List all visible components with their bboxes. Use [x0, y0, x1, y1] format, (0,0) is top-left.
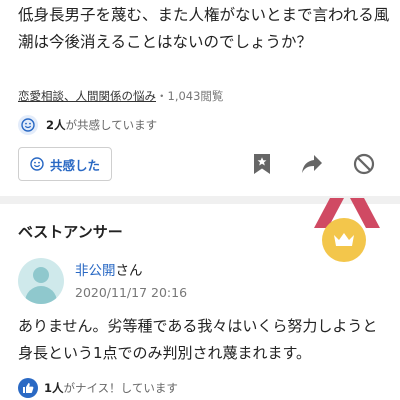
avatar-body — [25, 286, 57, 304]
question-meta: 恋愛相談、人間関係の悩み・1,043閲覧 — [18, 88, 223, 104]
answer-text: ありません。劣等種である我々はいくら努力しようと身長という1点でのみ判別され蔑ま… — [18, 317, 378, 362]
view-count: 1,043閲覧 — [167, 89, 224, 103]
block-icon[interactable] — [350, 150, 378, 178]
avatar[interactable] — [18, 258, 64, 304]
answerer-name[interactable]: 非公開 — [75, 263, 116, 279]
best-answer-heading: ベストアンサー — [18, 223, 123, 241]
smile-icon — [18, 115, 38, 135]
crown-medal-icon — [322, 218, 366, 262]
smile-icon — [30, 157, 44, 171]
nice-summary: 1人 がナイス！しています — [18, 378, 178, 398]
nice-count: 1人 — [44, 381, 64, 395]
answer-date: 2020/11/17 20:16 — [75, 285, 188, 300]
answerer-suffix: さん — [115, 263, 143, 279]
meta-separator: ・ — [156, 89, 168, 103]
nice-label: がナイス！しています — [63, 381, 178, 395]
question-text: 低身長男子を蔑む、また人権がないとまで言われる風潮は今後消えることはないのでしょ… — [18, 6, 390, 51]
empathy-button-label: 共感した — [49, 157, 100, 173]
empathy-button[interactable]: 共感した — [18, 147, 112, 181]
answerer-line: 非公開さん — [75, 259, 143, 279]
empathy-summary: 2人 が共感しています — [18, 115, 157, 135]
category-link[interactable]: 恋愛相談、人間関係の悩み — [18, 89, 156, 103]
bookmark-star-icon[interactable] — [248, 150, 276, 178]
thumbs-up-icon — [18, 378, 38, 398]
avatar-head — [33, 267, 49, 283]
share-icon[interactable] — [298, 150, 326, 178]
empathy-label: が共感しています — [65, 118, 158, 132]
empathy-count: 2人 — [46, 118, 66, 132]
